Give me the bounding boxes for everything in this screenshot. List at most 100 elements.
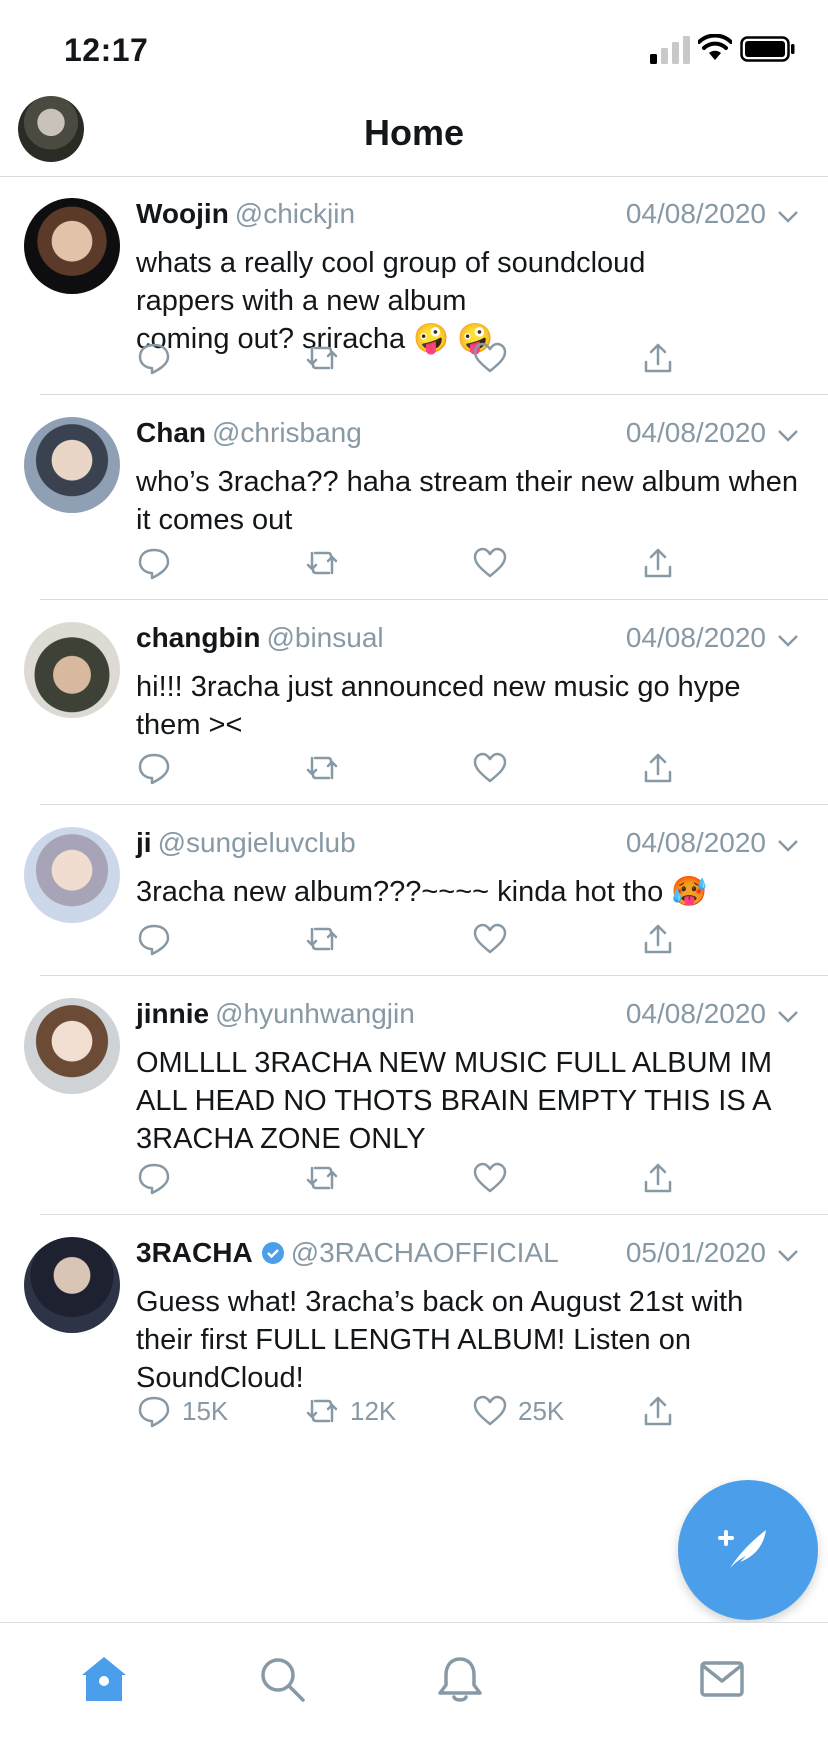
like-button[interactable]: 25K [472,1389,564,1433]
reply-icon [138,548,170,580]
reply-count: 15K [182,1395,229,1426]
timeline: Woojin @chickjin 04/08/2020 whats a reall… [0,176,828,1447]
tweet-actions [136,336,800,380]
tweet-actions [136,541,800,585]
share-button[interactable] [640,1156,676,1200]
retweet-count: 12K [350,1395,397,1426]
author-handle[interactable]: @binsual [266,622,383,653]
avatar[interactable] [24,827,120,923]
retweet-button[interactable] [304,746,350,790]
like-button[interactable] [472,1156,518,1200]
chevron-down-icon[interactable] [776,423,800,447]
avatar[interactable] [24,1237,120,1333]
chevron-down-icon[interactable] [776,833,800,857]
reply-icon [138,1163,170,1195]
chevron-down-icon[interactable] [776,1243,800,1267]
share-button[interactable] [640,336,676,380]
chevron-down-icon[interactable] [776,1004,800,1028]
like-button[interactable] [472,917,518,961]
bell-icon [438,1657,482,1702]
tweet[interactable]: jinnie @hyunhwangjin 04/08/2020 OMLLLL 3R… [24,976,828,1215]
heart-icon [473,342,507,373]
avatar[interactable] [24,198,120,294]
reply-button[interactable] [136,1156,182,1200]
author-name[interactable]: jinnie [136,998,209,1029]
like-count: 25K [518,1395,565,1426]
tab-messages[interactable] [696,1653,748,1705]
author-name[interactable]: Chan [136,417,206,448]
author-handle[interactable]: @3RACHAOFFICIAL [291,1237,559,1268]
tweet-text: hi!!! 3racha just announced new music go… [136,671,741,741]
retweet-button[interactable] [304,336,350,380]
retweet-button[interactable] [304,541,350,585]
chevron-down-icon[interactable] [776,204,800,228]
avatar[interactable] [24,417,120,513]
retweet-icon [306,927,338,951]
tweet-actions: 15K 12K 25K [136,1389,800,1433]
author-handle[interactable]: @sungieluvclub [158,827,356,858]
compose-feather-icon [718,1530,766,1568]
tweet-date: 04/08/2020 [625,622,766,653]
tweet[interactable]: changbin @binsual 04/08/2020 hi!!! 3racha… [24,600,828,805]
reply-icon [138,753,170,785]
home-icon [82,1657,126,1701]
retweet-icon [306,756,338,780]
author-handle[interactable]: @chickjin [235,198,355,229]
tweet-date: 04/08/2020 [625,827,766,858]
reply-button[interactable] [136,746,182,790]
tweet[interactable]: Woojin @chickjin 04/08/2020 whats a reall… [24,176,828,395]
author-name[interactable]: ji [136,827,152,858]
tweet-text: OMLLLL 3RACHA NEW MUSIC FULL ALBUM IM AL… [136,1047,773,1155]
avatar[interactable] [24,622,120,718]
heart-icon [473,1162,507,1193]
retweet-button[interactable] [304,1156,350,1200]
like-button[interactable] [472,541,518,585]
share-button[interactable] [640,541,676,585]
tab-notifications[interactable] [434,1653,486,1705]
retweet-button[interactable]: 12K [304,1389,396,1433]
tweet-date: 04/08/2020 [625,998,766,1029]
reply-icon [138,343,170,375]
tweet-text: who’s 3racha?? haha stream their new alb… [136,466,799,536]
status-bar: 12:17 [0,0,828,90]
share-icon [644,753,672,783]
reply-button[interactable]: 15K [136,1389,228,1433]
search-icon [261,1658,305,1702]
reply-icon [138,924,170,956]
tweet[interactable]: ji @sungieluvclub 04/08/2020 3racha new a… [24,805,828,976]
author-handle[interactable]: @hyunhwangjin [215,998,415,1029]
reply-icon [138,1396,170,1428]
app-header: Home [0,90,828,177]
like-button[interactable] [472,746,518,790]
share-icon [644,1163,672,1193]
heart-icon [473,547,507,578]
tab-home[interactable] [78,1653,130,1705]
retweet-button[interactable] [304,917,350,961]
tweet-actions [136,917,800,961]
tweet[interactable]: 3RACHA @3RACHAOFFICIAL 05/01/2020 Guess w… [24,1215,828,1447]
avatar[interactable] [24,998,120,1094]
share-button[interactable] [640,917,676,961]
share-icon [644,343,672,373]
author-name[interactable]: Woojin [136,198,229,229]
heart-icon [473,923,507,954]
author-name[interactable]: 3RACHA [136,1237,253,1268]
share-icon [644,548,672,578]
chevron-down-icon[interactable] [776,628,800,652]
bottom-tab-bar [0,1622,828,1755]
tab-search[interactable] [256,1653,308,1705]
author-handle[interactable]: @chrisbang [212,417,362,448]
status-time: 12:17 [64,32,149,68]
wifi-icon [698,34,732,60]
share-button[interactable] [640,746,676,790]
share-button[interactable] [640,1389,676,1433]
author-name[interactable]: changbin [136,622,260,653]
reply-button[interactable] [136,917,182,961]
tweet[interactable]: Chan @chrisbang 04/08/2020 who’s 3racha??… [24,395,828,600]
like-button[interactable] [472,336,518,380]
reply-button[interactable] [136,541,182,585]
reply-button[interactable] [136,336,182,380]
signal-icon [650,36,690,64]
heart-icon [473,752,507,783]
compose-button[interactable] [678,1480,818,1620]
